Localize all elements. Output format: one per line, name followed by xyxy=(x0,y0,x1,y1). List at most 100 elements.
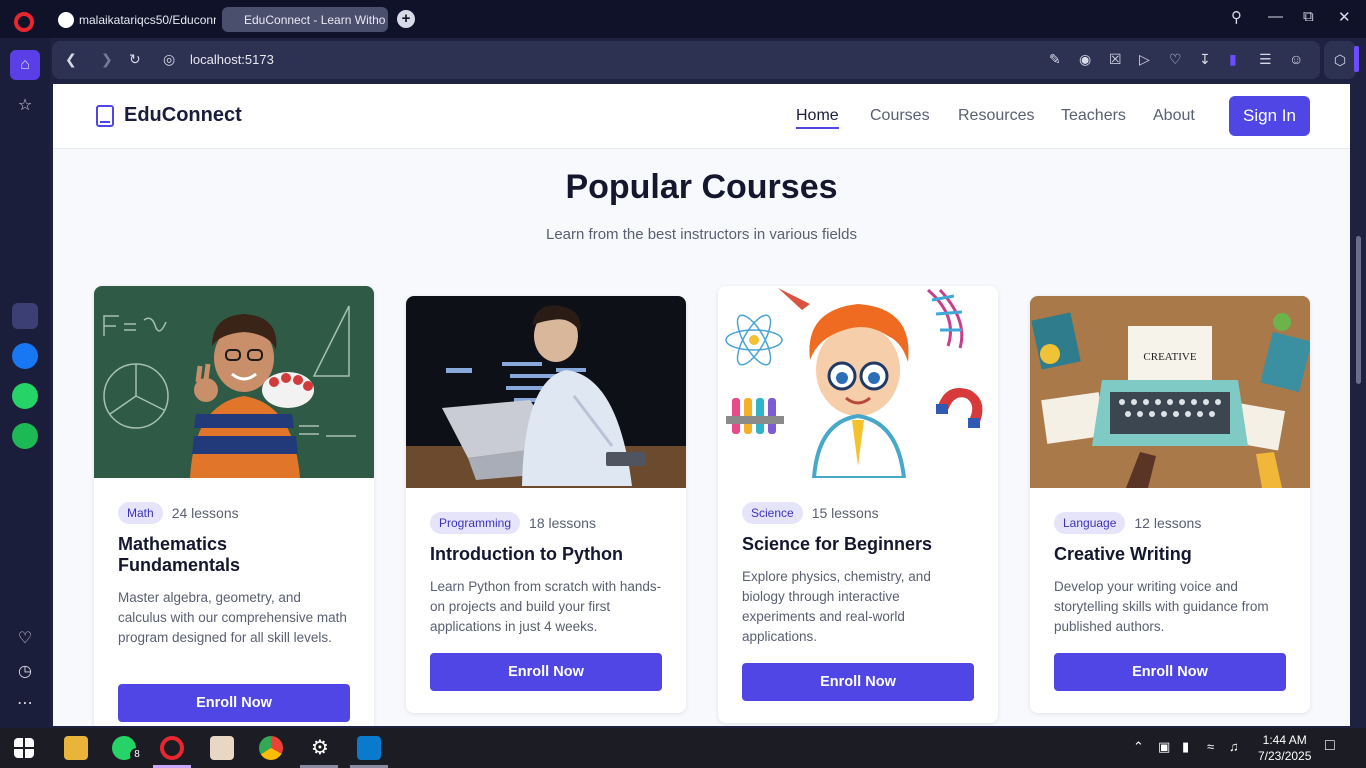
card-meta: Programming 18 lessons xyxy=(430,512,662,534)
course-image-programming xyxy=(406,296,686,488)
send-icon[interactable]: ▷ xyxy=(1139,51,1150,68)
favorites-icon[interactable]: ♡ xyxy=(1169,51,1182,68)
nav-link-teachers[interactable]: Teachers xyxy=(1061,107,1126,125)
clock-date: 7/23/2025 xyxy=(1258,749,1312,763)
lesson-count: 15 lessons xyxy=(811,505,879,521)
course-card-science: Science 15 lessons Science for Beginners… xyxy=(718,286,998,723)
card-body: Science 15 lessons Science for Beginners… xyxy=(718,478,998,723)
vscode-icon[interactable] xyxy=(357,736,381,760)
edit-icon[interactable]: ✎ xyxy=(1049,51,1061,68)
nav-link-courses[interactable]: Courses xyxy=(870,107,930,125)
settings-gear-icon[interactable]: ⚙ xyxy=(308,736,332,760)
brand[interactable]: EduConnect xyxy=(96,104,242,127)
sidebar-indicator xyxy=(1354,46,1359,72)
course-description: Develop your writing voice and storytell… xyxy=(1054,579,1269,634)
lesson-count: 24 lessons xyxy=(171,505,239,521)
aria-icon[interactable] xyxy=(12,303,38,329)
battery-saver-icon[interactable]: ▮ xyxy=(1229,51,1237,68)
page-viewport: EduConnect Home Courses Resources Teache… xyxy=(53,84,1350,726)
card-meta: Language 12 lessons xyxy=(1054,512,1286,534)
page-scrollbar[interactable] xyxy=(1352,84,1364,726)
nav-link-home[interactable]: Home xyxy=(796,107,839,129)
opera-taskbar-icon[interactable] xyxy=(160,736,184,760)
section-subtitle: Learn from the best instructors in vario… xyxy=(546,226,857,243)
easy-setup-icon[interactable]: ☰ xyxy=(1259,51,1272,68)
forward-icon[interactable]: ❯ xyxy=(101,51,113,68)
meet-now-icon[interactable]: ▣ xyxy=(1158,739,1170,755)
wifi-icon[interactable]: ≈ xyxy=(1207,739,1214,754)
minimize-icon[interactable]: — xyxy=(1268,8,1283,25)
camera-icon[interactable]: ◉ xyxy=(1079,51,1091,68)
site-info-icon[interactable]: ◎ xyxy=(163,51,175,68)
home-icon[interactable]: ⌂ xyxy=(10,50,40,80)
card-body: Language 12 lessons Creative Writing Dev… xyxy=(1030,488,1310,713)
course-card-programming: Programming 18 lessons Introduction to P… xyxy=(406,296,686,713)
notifications-icon[interactable]: □ xyxy=(1325,737,1335,755)
search-icon[interactable]: ⚲ xyxy=(1231,8,1242,26)
enroll-button[interactable]: Enroll Now xyxy=(742,663,974,701)
course-title: Mathematics Fundamentals xyxy=(118,534,241,575)
profile-icon[interactable]: ☺ xyxy=(1289,51,1303,67)
star-icon[interactable]: ☆ xyxy=(10,90,40,120)
course-description: Explore physics, chemistry, and biology … xyxy=(742,569,931,644)
clock-time: 1:44 AM xyxy=(1262,733,1307,747)
spotify-icon[interactable] xyxy=(12,423,38,449)
enroll-button[interactable]: Enroll Now xyxy=(118,684,350,722)
windows-start-icon[interactable] xyxy=(14,738,34,758)
course-title: Introduction to Python xyxy=(430,544,623,564)
volume-icon[interactable]: ♫ xyxy=(1229,739,1239,754)
tab-label: EduConnect - Learn Witho xyxy=(244,12,386,27)
lesson-count: 18 lessons xyxy=(529,515,596,531)
course-description: Learn Python from scratch with hands-on … xyxy=(430,579,662,634)
brand-name: EduConnect xyxy=(124,104,242,126)
new-tab-button[interactable]: + xyxy=(397,10,415,28)
history-icon[interactable]: ◷ xyxy=(10,656,40,686)
course-title: Creative Writing xyxy=(1054,544,1192,564)
adblock-icon[interactable]: ☒ xyxy=(1109,51,1122,68)
tab-label: malaikatariqcs50/Educonn xyxy=(79,12,216,27)
show-hidden-icons-icon[interactable]: ⌃ xyxy=(1133,739,1144,755)
battery-icon[interactable]: ▮ xyxy=(1182,739,1189,755)
category-badge: Language xyxy=(1054,512,1126,534)
card-meta: Science 15 lessons xyxy=(742,502,974,524)
enroll-button[interactable]: Enroll Now xyxy=(430,653,662,691)
close-icon[interactable]: ✕ xyxy=(1338,8,1351,26)
reload-icon[interactable]: ↻ xyxy=(129,51,141,68)
scrollbar-thumb[interactable] xyxy=(1356,236,1361,384)
lesson-count: 12 lessons xyxy=(1134,515,1202,531)
course-title: Science for Beginners xyxy=(742,534,933,554)
more-icon[interactable]: ⋯ xyxy=(10,688,40,718)
sign-in-button[interactable]: Sign In xyxy=(1229,96,1310,136)
course-description: Master algebra, geometry, and calculus w… xyxy=(118,590,347,645)
file-explorer-icon[interactable] xyxy=(64,736,88,760)
section-title: Popular Courses xyxy=(565,168,838,206)
windows-taskbar: 8 ⚙ ⌃ ▣ ▮ ≈ ♫ 1:44 AM 7/23/2025 □ xyxy=(0,728,1366,768)
github-icon xyxy=(58,11,74,28)
opera-sidebar: ⌂ ☆ ♡ ◷ ⋯ xyxy=(0,38,50,728)
card-body: Programming 18 lessons Introduction to P… xyxy=(406,488,686,713)
card-meta: Math 24 lessons xyxy=(118,502,350,524)
back-icon[interactable]: ❮ xyxy=(65,51,77,68)
category-badge: Science xyxy=(742,502,803,524)
course-card-language: CREATIVE Language 12 lessons Creative Wr… xyxy=(1030,296,1310,713)
messenger-icon[interactable] xyxy=(12,343,38,369)
enroll-button[interactable]: Enroll Now xyxy=(1054,653,1286,691)
opera-logo-icon[interactable] xyxy=(14,12,34,32)
card-body: Math 24 lessons Mathematics Fundamentals… xyxy=(94,478,374,726)
maximize-icon[interactable]: ⧉ xyxy=(1303,8,1314,25)
tab-github[interactable]: malaikatariqcs50/Educonn xyxy=(52,7,216,32)
image-app-icon[interactable] xyxy=(210,736,234,760)
nav-link-resources[interactable]: Resources xyxy=(958,107,1034,125)
chrome-icon[interactable] xyxy=(259,736,283,760)
url-input[interactable]: localhost:5173 xyxy=(190,52,274,67)
nav-link-about[interactable]: About xyxy=(1153,107,1195,125)
site-navbar: EduConnect Home Courses Resources Teache… xyxy=(53,84,1350,149)
heart-icon[interactable]: ♡ xyxy=(10,623,40,653)
extensions-icon[interactable]: ⬡ xyxy=(1324,41,1356,79)
whatsapp-icon[interactable] xyxy=(12,383,38,409)
download-icon[interactable]: ↧ xyxy=(1199,51,1211,68)
taskbar-clock[interactable]: 1:44 AM 7/23/2025 xyxy=(1258,732,1311,764)
typewriter-paper-text: CREATIVE xyxy=(1143,351,1196,363)
tab-educonnect[interactable]: EduConnect - Learn Witho xyxy=(222,7,388,32)
category-badge: Programming xyxy=(430,512,521,534)
